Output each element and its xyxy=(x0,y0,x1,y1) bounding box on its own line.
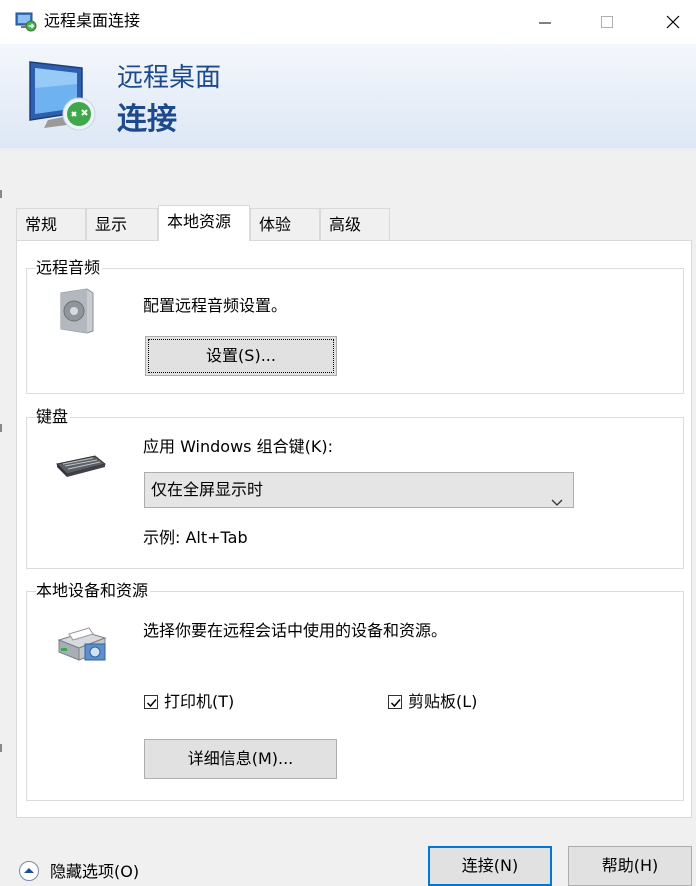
header-banner: 远程桌面 连接 xyxy=(0,44,696,149)
local-devices-legend: 本地设备和资源 xyxy=(36,581,151,601)
banner-title-line1: 远程桌面 xyxy=(117,63,222,93)
remote-audio-group: 远程音频 配置远程音频设置。 设置(S)... xyxy=(26,258,684,394)
audio-description: 配置远程音频设置。 xyxy=(143,296,288,315)
chevron-down-icon xyxy=(551,485,563,519)
audio-settings-button[interactable]: 设置(S)... xyxy=(145,336,337,376)
tab-panel-local-resources: 远程音频 配置远程音频设置。 设置(S)... 键盘 应用 Windows 组合… xyxy=(16,240,692,818)
title-bar: 远程桌面连接 xyxy=(0,0,696,44)
printer-devices-icon xyxy=(55,618,109,664)
connect-button[interactable]: 连接(N) xyxy=(428,846,552,886)
clipboard-checkbox-label[interactable]: 剪贴板(L) xyxy=(408,692,477,712)
edge-mark xyxy=(0,190,2,198)
tab-advanced[interactable]: 高级 xyxy=(320,208,390,240)
minimize-button[interactable] xyxy=(522,0,568,44)
checkmark-icon xyxy=(146,699,157,708)
tab-general[interactable]: 常规 xyxy=(16,208,86,240)
maximize-button[interactable] xyxy=(584,0,630,44)
speaker-icon xyxy=(57,287,97,335)
help-button[interactable]: 帮助(H) xyxy=(568,846,692,886)
banner-title-line2: 连接 xyxy=(117,102,177,137)
tab-local-resources[interactable]: 本地资源 xyxy=(158,205,250,241)
device-details-button[interactable]: 详细信息(M)... xyxy=(144,739,337,779)
checkmark-icon xyxy=(390,699,401,708)
hide-options-link[interactable]: 隐藏选项(O) xyxy=(50,861,139,883)
tab-display[interactable]: 显示 xyxy=(86,208,158,240)
remote-audio-legend: 远程音频 xyxy=(36,258,103,278)
edge-mark xyxy=(0,424,2,432)
chevron-up-circle-icon[interactable] xyxy=(18,860,40,882)
printer-checkbox-label[interactable]: 打印机(T) xyxy=(164,692,234,712)
window-title: 远程桌面连接 xyxy=(44,11,141,30)
keyboard-legend: 键盘 xyxy=(36,407,71,427)
remote-desktop-icon xyxy=(15,12,37,32)
banner-divider xyxy=(0,148,696,152)
close-button[interactable] xyxy=(650,0,696,44)
edge-mark xyxy=(0,744,2,752)
keyboard-group: 键盘 应用 Windows 组合键(K): 仅在全屏显示时 示例: Alt+Ta… xyxy=(26,407,684,569)
clipboard-checkbox[interactable] xyxy=(388,695,402,709)
printer-checkbox[interactable] xyxy=(144,695,158,709)
local-devices-group: 本地设备和资源 选择你要在远程会话中使用的设备和资源。 打印机(T) 剪贴板(L… xyxy=(26,581,684,801)
keyboard-icon xyxy=(55,454,107,478)
monitor-connection-icon xyxy=(24,54,104,134)
keyboard-label: 应用 Windows 组合键(K): xyxy=(143,437,333,456)
tab-experience[interactable]: 体验 xyxy=(250,208,320,240)
windows-key-combo-select[interactable]: 仅在全屏显示时 xyxy=(144,472,574,508)
keyboard-example: 示例: Alt+Tab xyxy=(143,528,248,547)
devices-description: 选择你要在远程会话中使用的设备和资源。 xyxy=(143,621,448,640)
